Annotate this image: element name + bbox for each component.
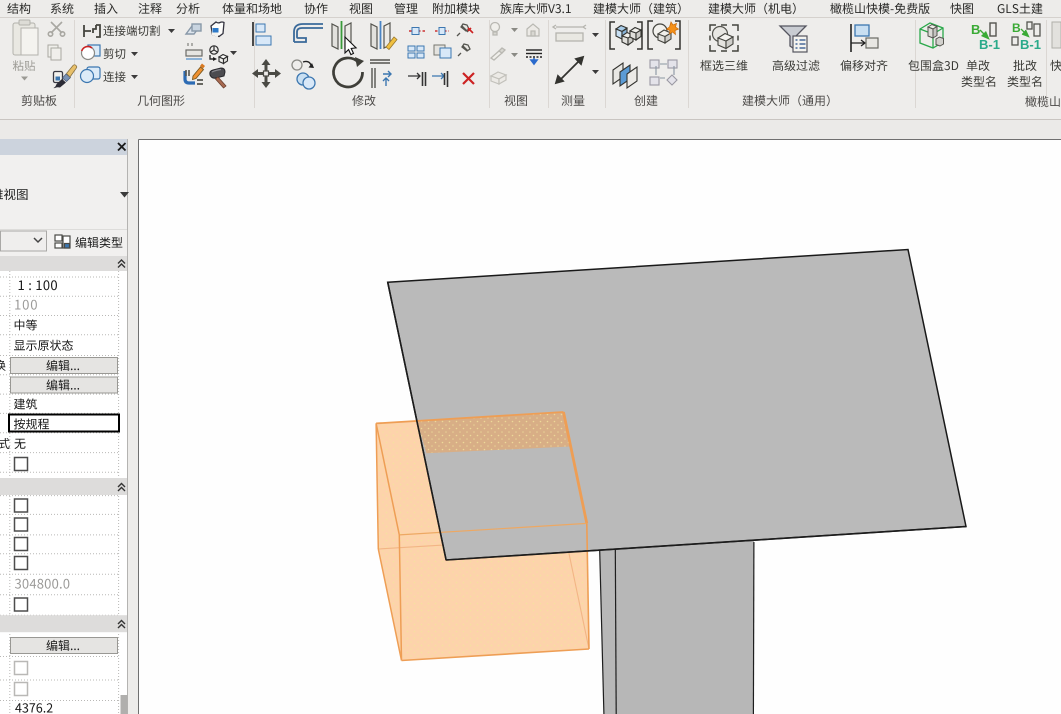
- svg-text:B-1: B-1: [979, 37, 1000, 52]
- svg-text:B: B: [1012, 21, 1021, 35]
- svg-text:B-1: B-1: [1020, 37, 1041, 52]
- svg-text:B: B: [971, 22, 980, 37]
